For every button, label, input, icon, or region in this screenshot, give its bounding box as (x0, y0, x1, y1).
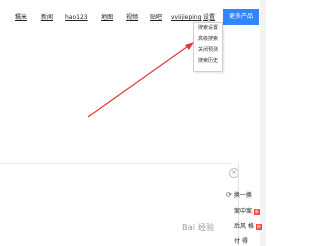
hot-search-item[interactable]: 后风 格新 (234, 221, 262, 230)
panel-divider (238, 163, 239, 246)
hot-search-text: 后风 格 (234, 223, 254, 230)
hot-search-text: 案中案 (234, 208, 253, 215)
hot-search-item[interactable]: 案中案新 (234, 206, 261, 215)
refresh-icon: ⟳ (226, 191, 232, 199)
new-badge: 新 (254, 208, 261, 215)
panel-top-border (0, 163, 230, 164)
refresh-label: 换一换 (233, 192, 252, 199)
refresh-button[interactable]: ⟳ 换一换 (226, 190, 252, 199)
new-badge: 新 (255, 223, 262, 230)
hot-search-panel: × ⟳ 换一换 案中案新 后风 格新 付 得 (0, 163, 264, 246)
watermark-text: Bai 经验 (182, 223, 215, 232)
hot-search-item[interactable]: 付 得 (234, 236, 248, 245)
hot-search-text: 付 得 (234, 238, 248, 245)
